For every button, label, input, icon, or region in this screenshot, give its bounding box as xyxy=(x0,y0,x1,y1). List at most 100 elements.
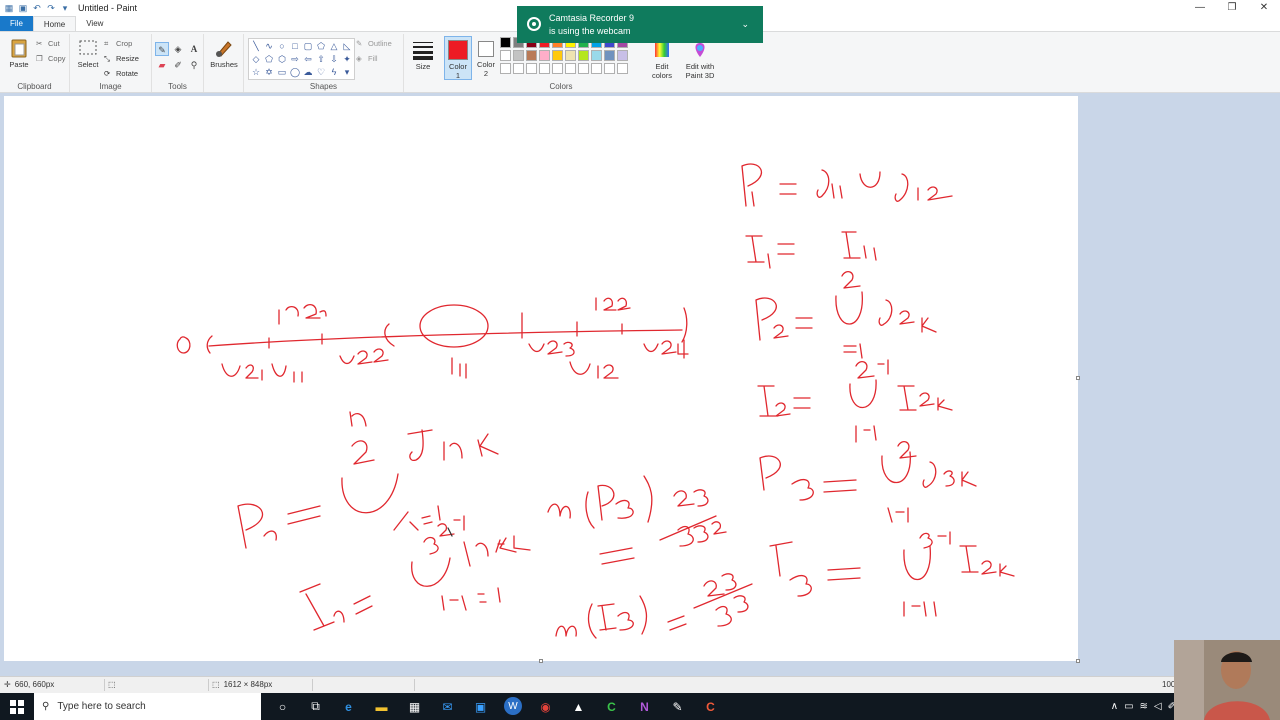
edit-with-paint3d-button[interactable]: Edit with Paint 3D xyxy=(682,40,718,80)
palette-swatch[interactable] xyxy=(552,63,563,74)
chrome-icon[interactable]: ◉ xyxy=(529,693,562,720)
canvas-resize-handle-bottom[interactable] xyxy=(539,659,543,663)
pencil-icon[interactable]: ✎ xyxy=(155,42,169,56)
customize-chevron-icon[interactable]: ▾ xyxy=(60,3,70,13)
drawing-canvas[interactable] xyxy=(4,96,1080,663)
palette-swatch[interactable] xyxy=(565,63,576,74)
right-triangle-shape-icon[interactable]: ◺ xyxy=(341,40,353,52)
rotate-button[interactable]: ⟳ Rotate xyxy=(104,69,138,78)
palette-swatch[interactable] xyxy=(513,63,524,74)
fill-button[interactable]: ◈ Fill xyxy=(356,54,378,63)
redo-icon[interactable]: ↷ xyxy=(46,3,56,13)
tray-overflow-icon[interactable]: ∧ xyxy=(1111,701,1118,712)
undo-icon[interactable]: ↶ xyxy=(32,3,42,13)
save-icon[interactable]: ▣ xyxy=(18,3,28,13)
palette-swatch[interactable] xyxy=(526,50,537,61)
color2-button[interactable]: Color 2 xyxy=(474,36,498,80)
photos-icon[interactable]: ▣ xyxy=(464,693,497,720)
tab-file[interactable]: File xyxy=(0,16,33,31)
hexagon-shape-icon[interactable]: ⬡ xyxy=(276,53,288,65)
paint-icon[interactable]: ✎ xyxy=(661,693,694,720)
diamond-shape-icon[interactable]: ◇ xyxy=(250,53,262,65)
cut-button[interactable]: ✂ Cut xyxy=(36,39,60,48)
palette-swatch[interactable] xyxy=(604,50,615,61)
task-view-icon[interactable]: ⧉ xyxy=(299,693,332,720)
close-button[interactable]: ✕ xyxy=(1248,0,1280,16)
cortana-icon[interactable]: ○ xyxy=(266,693,299,720)
paste-button[interactable]: Paste xyxy=(6,38,32,69)
palette-swatch[interactable] xyxy=(539,63,550,74)
callout-cloud-shape-icon[interactable]: ☁ xyxy=(302,66,314,78)
callout-oval-shape-icon[interactable]: ◯ xyxy=(289,66,301,78)
palette-swatch[interactable] xyxy=(604,63,615,74)
onenote-icon[interactable]: N xyxy=(628,693,661,720)
palette-swatch[interactable] xyxy=(578,50,589,61)
minimize-button[interactable]: — xyxy=(1184,0,1216,16)
crop-button[interactable]: ⌗ Crop xyxy=(104,39,132,48)
webcam-notification-toast[interactable]: Camtasia Recorder 9 is using the webcam … xyxy=(517,6,763,43)
rectangle-shape-icon[interactable]: □ xyxy=(289,40,301,52)
size-button[interactable]: Size xyxy=(410,40,436,71)
canvas-resize-handle-right[interactable] xyxy=(1076,376,1080,380)
resize-button[interactable]: ⤡ Resize xyxy=(104,54,139,63)
heart-shape-icon[interactable]: ♡ xyxy=(315,66,327,78)
canvas-resize-handle-corner[interactable] xyxy=(1076,659,1080,663)
four-star-shape-icon[interactable]: ✦ xyxy=(341,53,353,65)
palette-swatch[interactable] xyxy=(539,50,550,61)
line-shape-icon[interactable]: ╲ xyxy=(250,40,262,52)
taskbar-search-box[interactable]: ⚲ Type here to search xyxy=(34,693,261,720)
camtasia-green-icon[interactable]: C xyxy=(595,693,628,720)
six-star-shape-icon[interactable]: ✡ xyxy=(263,66,275,78)
palette-swatch[interactable] xyxy=(617,63,628,74)
brushes-button[interactable]: Brushes xyxy=(208,38,240,69)
text-icon[interactable]: A xyxy=(187,42,201,56)
palette-swatch[interactable] xyxy=(500,37,511,48)
file-explorer-icon[interactable]: ▬ xyxy=(365,693,398,720)
color-picker-icon[interactable]: ✐ xyxy=(171,58,185,72)
palette-swatch[interactable] xyxy=(526,63,537,74)
inkscape-icon[interactable]: ▲ xyxy=(562,693,595,720)
curve-shape-icon[interactable]: ∿ xyxy=(263,40,275,52)
rounded-rect-shape-icon[interactable]: ▢ xyxy=(302,40,314,52)
fill-bucket-icon[interactable]: ◈ xyxy=(171,42,185,56)
magnifier-icon[interactable]: ⚲ xyxy=(187,58,201,72)
palette-swatch[interactable] xyxy=(565,50,576,61)
volume-icon[interactable]: ◁ xyxy=(1154,701,1162,712)
select-button[interactable]: Select xyxy=(76,38,100,69)
eraser-icon[interactable]: ▰ xyxy=(155,58,169,72)
pentagon-shape-icon[interactable]: ⬠ xyxy=(263,53,275,65)
outline-button[interactable]: ✎ Outline xyxy=(356,39,392,48)
chevron-down-icon[interactable]: ⌄ xyxy=(741,19,749,30)
start-button[interactable] xyxy=(0,693,34,720)
palette-swatch[interactable] xyxy=(552,50,563,61)
up-arrow-shape-icon[interactable]: ⇧ xyxy=(315,53,327,65)
restore-button[interactable]: ❐ xyxy=(1216,0,1248,16)
tab-home[interactable]: Home xyxy=(32,16,77,31)
copy-button[interactable]: ❐ Copy xyxy=(36,54,66,63)
oval-shape-icon[interactable]: ○ xyxy=(276,40,288,52)
down-arrow-shape-icon[interactable]: ⇩ xyxy=(328,53,340,65)
right-arrow-shape-icon[interactable]: ⇨ xyxy=(289,53,301,65)
palette-swatch[interactable] xyxy=(500,50,511,61)
callout-rect-shape-icon[interactable]: ▭ xyxy=(276,66,288,78)
edit-colors-button[interactable]: Edit colors xyxy=(646,40,678,80)
palette-swatch[interactable] xyxy=(578,63,589,74)
more-shapes-icon[interactable]: ▾ xyxy=(341,66,353,78)
palette-swatch[interactable] xyxy=(617,50,628,61)
five-star-shape-icon[interactable]: ☆ xyxy=(250,66,262,78)
camtasia-recorder-icon[interactable]: C xyxy=(694,693,727,720)
polygon-shape-icon[interactable]: ⬠ xyxy=(315,40,327,52)
edge-icon[interactable]: e xyxy=(332,693,365,720)
triangle-shape-icon[interactable]: △ xyxy=(328,40,340,52)
tab-view[interactable]: View xyxy=(76,16,113,31)
shapes-gallery[interactable]: ╲ ∿ ○ □ ▢ ⬠ △ ◺ ◇ ⬠ ⬡ ⇨ ⇦ ⇧ ⇩ ✦ ☆ ✡ ▭ ◯ ☁ ♡ ϟ ▾ xyxy=(248,38,355,80)
network-icon[interactable]: ▭ xyxy=(1124,701,1133,712)
store-icon[interactable]: ▦ xyxy=(398,693,431,720)
left-arrow-shape-icon[interactable]: ⇦ xyxy=(302,53,314,65)
palette-swatch[interactable] xyxy=(591,63,602,74)
palette-swatch[interactable] xyxy=(500,63,511,74)
mail-icon[interactable]: ✉ xyxy=(431,693,464,720)
word-icon[interactable]: W xyxy=(504,697,522,715)
palette-swatch[interactable] xyxy=(513,50,524,61)
lightning-shape-icon[interactable]: ϟ xyxy=(328,66,340,78)
